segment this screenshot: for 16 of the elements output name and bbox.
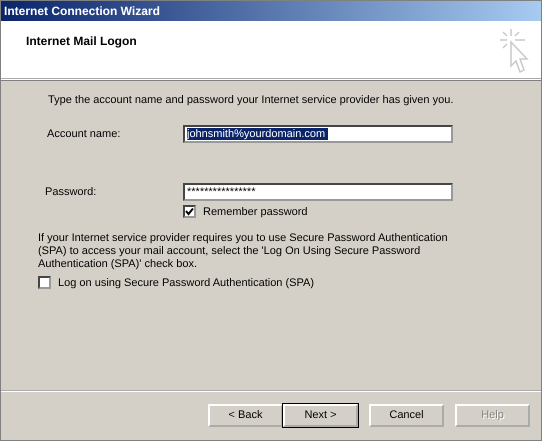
spa-note-text: If your Internet service provider requires you to use Secure Password Authentication (SPA) to access your mail account, select the 'Log On Using Secure Password Authentication (SPA)' check box. — [38, 232, 449, 271]
checkbox[interactable] — [183, 205, 196, 218]
wizard-button[interactable]: Cancel — [369, 404, 444, 426]
cursor-sparkle-icon — [499, 28, 529, 74]
field-label: Password: — [45, 186, 98, 198]
checkbox-label: Remember password — [203, 206, 308, 218]
field-label: Account name: — [47, 128, 122, 140]
input-field[interactable]: **************** — [183, 183, 453, 201]
wizard-button[interactable]: Next > — [283, 404, 358, 426]
window-title: Internet Connection Wizard — [4, 4, 160, 18]
input-field[interactable]: johnsmith%yourdomain.com — [183, 125, 453, 143]
instruction-text: Type the account name and password your Internet service provider has given you. — [48, 94, 454, 106]
wizard-button[interactable]: < Back — [208, 404, 283, 426]
page-title: Internet Mail Logon — [26, 34, 137, 48]
checkbox-label: Log on using Secure Password Authentication (SPA) — [58, 276, 314, 288]
checkbox[interactable] — [38, 276, 51, 289]
